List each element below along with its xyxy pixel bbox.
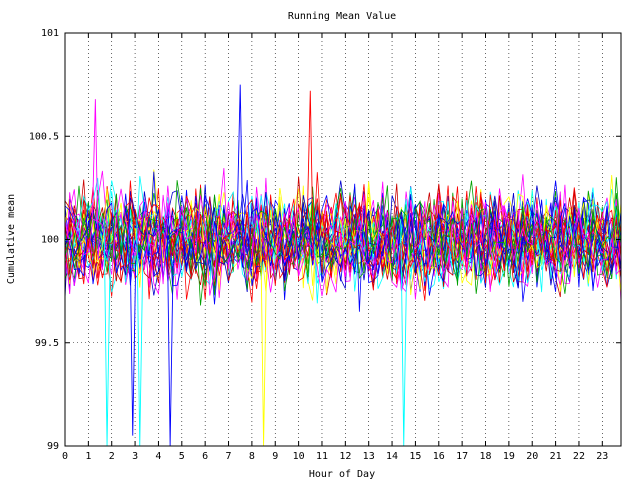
x-tick-label: 1 bbox=[85, 451, 91, 462]
x-tick-label: 19 bbox=[503, 451, 515, 462]
series-layer bbox=[64, 168, 622, 312]
x-tick-label: 20 bbox=[526, 451, 538, 462]
running-mean-chart: Running Mean Value Hour of Day Cumulativ… bbox=[6, 11, 622, 480]
x-tick-label: 10 bbox=[293, 451, 305, 462]
y-tick-label: 100 bbox=[41, 235, 59, 246]
x-tick-label: 5 bbox=[179, 451, 185, 462]
x-tick-label: 11 bbox=[316, 451, 328, 462]
y-tick-label: 101 bbox=[41, 28, 59, 39]
x-tick-label: 16 bbox=[433, 451, 445, 462]
x-tick-label: 8 bbox=[249, 451, 255, 462]
x-tick-label: 6 bbox=[202, 451, 208, 462]
x-tick-label: 23 bbox=[596, 451, 608, 462]
x-tick-label: 3 bbox=[132, 451, 138, 462]
x-tick-label: 15 bbox=[409, 451, 421, 462]
chart-title: Running Mean Value bbox=[288, 11, 396, 22]
x-tick-label: 18 bbox=[479, 451, 491, 462]
x-tick-label: 22 bbox=[573, 451, 585, 462]
x-tick-label: 0 bbox=[62, 451, 68, 462]
x-axis-label: Hour of Day bbox=[309, 469, 375, 480]
x-tick-label: 17 bbox=[456, 451, 468, 462]
x-tick-label: 13 bbox=[363, 451, 375, 462]
x-tick-label: 14 bbox=[386, 451, 398, 462]
y-tick-label: 100.5 bbox=[29, 131, 59, 142]
y-tick-label: 99.5 bbox=[35, 338, 59, 349]
x-tick-label: 12 bbox=[339, 451, 351, 462]
x-tick-label: 21 bbox=[550, 451, 562, 462]
y-axis-label: Cumulative mean bbox=[6, 194, 17, 284]
x-tick-label: 9 bbox=[272, 451, 278, 462]
x-tick-label: 2 bbox=[109, 451, 115, 462]
x-tick-label: 4 bbox=[155, 451, 161, 462]
x-tick-label: 7 bbox=[226, 451, 232, 462]
y-tick-label: 99 bbox=[47, 441, 59, 452]
